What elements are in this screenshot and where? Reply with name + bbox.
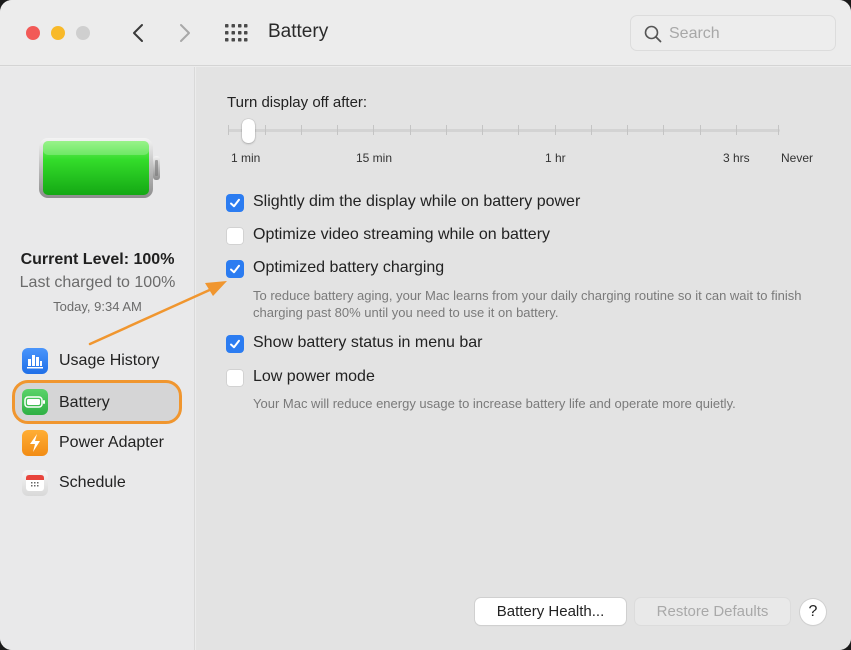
low-power-mode-description: Your Mac will reduce energy usage to inc…: [253, 396, 736, 411]
low-power-mode-checkbox[interactable]: [226, 369, 244, 387]
calendar-icon: [22, 470, 48, 496]
optimize-video-checkbox[interactable]: [226, 227, 244, 245]
minimize-window-button[interactable]: [51, 26, 65, 40]
sidebar-item-schedule[interactable]: Schedule: [12, 464, 182, 502]
search-input[interactable]: [669, 22, 829, 46]
main-panel: [196, 67, 851, 650]
option-label: Low power mode: [253, 368, 375, 385]
optimized-charging-checkbox[interactable]: [226, 260, 244, 278]
slider-label-3-hrs: 3 hrs: [723, 151, 750, 165]
slider-tick: [555, 125, 556, 135]
optimized-charging-description: To reduce battery aging, your Mac learns…: [253, 288, 802, 320]
show-all-button[interactable]: [224, 22, 248, 44]
option-label: Show battery status in menu bar: [253, 334, 483, 351]
show-status-checkbox[interactable]: [226, 335, 244, 353]
dim-display-checkbox[interactable]: [226, 194, 244, 212]
sidebar-item-label: Usage History: [59, 352, 160, 369]
zoom-window-button[interactable]: [76, 26, 90, 40]
search-field[interactable]: [630, 15, 836, 51]
system-preferences-window: Battery Current Level: 100% Last charged…: [0, 0, 851, 650]
sidebar-item-label: Power Adapter: [59, 434, 164, 451]
checkmark-icon: [230, 198, 240, 208]
lightning-bolt-icon: [22, 430, 48, 456]
slider-track: [228, 129, 780, 132]
slider-tick: [228, 125, 229, 135]
last-charged-time: Today, 9:34 AM: [53, 299, 142, 314]
turn-display-off-label: Turn display off after:: [227, 94, 368, 111]
sidebar-item-usage-history[interactable]: Usage History: [12, 342, 182, 380]
option-label: Optimized battery charging: [253, 259, 445, 276]
sidebar-item-power-adapter[interactable]: Power Adapter: [12, 424, 182, 462]
slider-tick: [778, 125, 779, 135]
checkmark-icon: [230, 339, 240, 349]
window-title: Battery: [268, 21, 329, 42]
display-off-slider[interactable]: [226, 118, 782, 144]
chevron-right-icon: [180, 24, 190, 42]
sidebar-item-label: Battery: [59, 394, 110, 411]
battery-level-graphic: [39, 138, 160, 198]
slider-tick: [736, 125, 737, 135]
option-label: Optimize video streaming while on batter…: [253, 226, 551, 243]
slider-label-1-hr: 1 hr: [545, 151, 566, 165]
slider-tick: [373, 125, 374, 135]
last-charged-text: Last charged to 100%: [19, 274, 176, 291]
slider-tick: [337, 125, 338, 135]
slider-tick: [410, 125, 411, 135]
slider-tick: [301, 125, 302, 135]
slider-label-never: Never: [781, 151, 814, 165]
slider-label-1-min: 1 min: [231, 151, 261, 165]
slider-tick: [591, 125, 592, 135]
title-bar: Battery: [0, 0, 851, 66]
slider-tick: [265, 125, 266, 135]
slider-tick: [446, 125, 447, 135]
checkmark-icon: [230, 264, 240, 274]
battery-health-button[interactable]: Battery Health...: [475, 598, 626, 625]
battery-icon: [22, 389, 48, 415]
help-button[interactable]: ?: [800, 599, 826, 625]
slider-tick: [700, 125, 701, 135]
forward-button[interactable]: [173, 18, 197, 48]
slider-tick: [663, 125, 664, 135]
slider-tick: [518, 125, 519, 135]
restore-defaults-button[interactable]: Restore Defaults: [635, 598, 790, 625]
bar-chart-icon: [22, 348, 48, 374]
show-all-grid-icon: [225, 24, 248, 42]
sidebar-item-label: Schedule: [59, 474, 126, 491]
slider-tick: [627, 125, 628, 135]
slider-tick: [482, 125, 483, 135]
slider-label-15-min: 15 min: [356, 151, 393, 165]
chevron-left-icon: [133, 24, 143, 42]
back-button[interactable]: [126, 18, 150, 48]
option-label: Slightly dim the display while on batter…: [253, 193, 581, 210]
close-window-button[interactable]: [26, 26, 40, 40]
magnifier-icon: [644, 25, 662, 43]
sidebar-item-battery[interactable]: Battery: [12, 380, 182, 424]
current-level-text: Current Level: 100%: [20, 251, 175, 268]
slider-thumb[interactable]: [242, 119, 255, 143]
